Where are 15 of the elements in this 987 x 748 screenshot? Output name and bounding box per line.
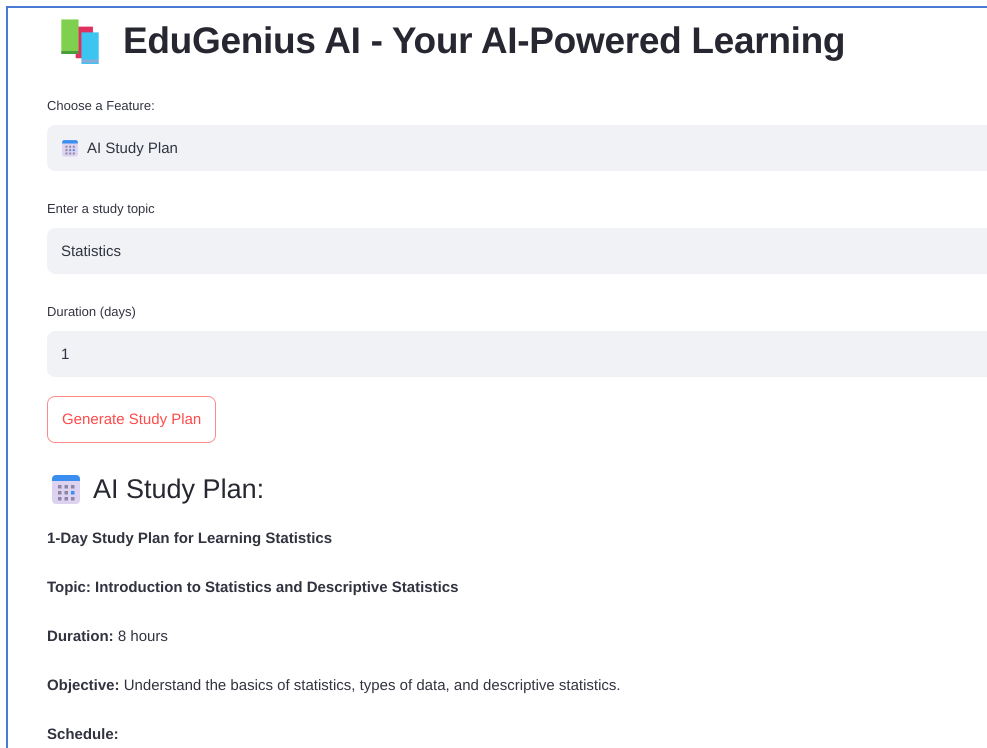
calendar-icon — [51, 473, 81, 505]
plan-text: Schedule: — [47, 725, 119, 745]
feature-select[interactable]: AI Study Plan — [47, 125, 987, 171]
plan-text: Objective: Understand the basics of statistics, types of data, and descriptive statistics. — [47, 676, 621, 696]
duration-input[interactable]: 1 — [47, 331, 987, 377]
topic-input[interactable]: Statistics — [47, 228, 987, 274]
field-label: Choose a Feature: — [47, 97, 155, 115]
section-heading: AI Study Plan: — [93, 474, 264, 504]
plan-text: Duration: 8 hours — [47, 627, 168, 647]
field-label: Duration (days) — [47, 303, 136, 321]
calendar-icon — [61, 139, 79, 157]
page-title: EduGenius AI - Your AI-Powered Learning — [123, 20, 846, 62]
field-label: Enter a study topic — [47, 200, 155, 218]
plan-text: Topic: Introduction to Statistics and Descriptive Statistics — [47, 578, 458, 598]
plan-text: 1-Day Study Plan for Learning Statistics — [47, 529, 332, 549]
